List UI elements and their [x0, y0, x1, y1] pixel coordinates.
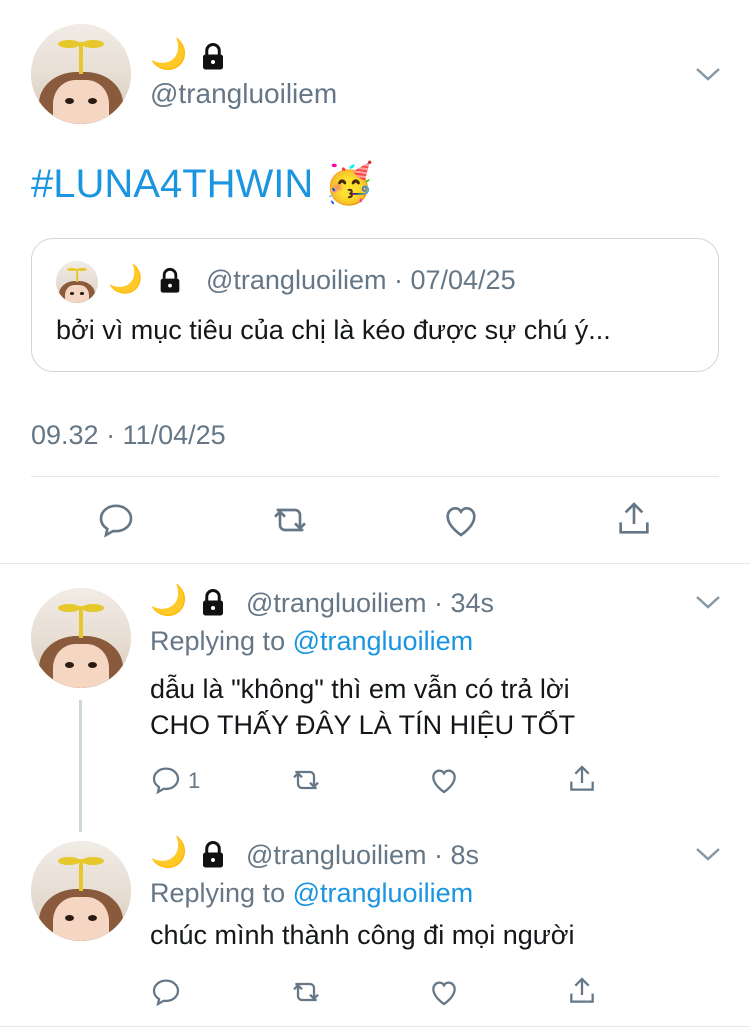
section-divider	[0, 563, 750, 564]
reply-age: · 34s	[434, 588, 495, 618]
replying-to-handle[interactable]: @trangluoiliem	[293, 878, 473, 908]
replying-to: Replying to @trangluoiliem	[150, 878, 473, 909]
avatar[interactable]	[31, 841, 131, 941]
lock-icon	[160, 267, 180, 293]
quoted-tweet-card[interactable]: 🌙 @trangluoiliem · 07/04/25 bởi vì mục t…	[31, 238, 719, 372]
tweet-timestamp[interactable]: 09.32 · 11/04/25	[31, 420, 226, 451]
retweet-icon[interactable]	[268, 500, 312, 540]
retweet-icon[interactable]	[288, 764, 324, 796]
author-handle[interactable]: @trangluoiliem	[150, 78, 337, 110]
lock-icon	[203, 43, 223, 70]
divider	[31, 476, 719, 477]
lock-icon	[203, 841, 223, 868]
moon-emoji: 🌙	[108, 263, 143, 294]
party-emoji: 🥳	[324, 162, 375, 206]
chevron-down-icon[interactable]	[694, 64, 722, 84]
heart-icon[interactable]	[427, 976, 461, 1008]
section-divider	[0, 1026, 750, 1027]
share-icon[interactable]	[614, 498, 654, 540]
replying-to-handle[interactable]: @trangluoiliem	[293, 626, 473, 656]
replying-to-label: Replying to	[150, 626, 293, 656]
moon-emoji: 🌙	[150, 836, 188, 869]
chevron-down-icon[interactable]	[694, 592, 722, 612]
reply-icon[interactable]	[150, 764, 182, 796]
reply-icon[interactable]	[150, 976, 182, 1008]
heart-icon[interactable]	[440, 500, 482, 540]
quoted-date: · 07/04/25	[394, 265, 516, 295]
avatar[interactable]	[31, 588, 131, 688]
heart-icon[interactable]	[427, 764, 461, 796]
replying-to: Replying to @trangluoiliem	[150, 626, 473, 657]
lock-icon	[203, 589, 223, 616]
retweet-icon[interactable]	[288, 976, 324, 1008]
moon-emoji: 🌙	[150, 584, 188, 617]
tweet-text: #LUNA4THWIN 🥳	[31, 160, 374, 208]
reply-icon[interactable]	[96, 500, 136, 540]
quoted-text: bởi vì mục tiêu của chị là kéo được sự c…	[56, 315, 611, 345]
author-handle[interactable]: @trangluoiliem	[246, 588, 426, 618]
reply-header: @trangluoiliem · 34s	[246, 588, 494, 619]
reply-text-line-1: dẫu là "không" thì em vẫn có trả lời	[150, 674, 570, 704]
quoted-avatar	[56, 261, 98, 303]
reply-count: 1	[188, 768, 201, 793]
reply-age: · 8s	[434, 840, 480, 870]
share-icon[interactable]	[566, 974, 598, 1008]
author-handle[interactable]: @trangluoiliem	[246, 840, 426, 870]
share-icon[interactable]	[566, 762, 598, 796]
moon-emoji: 🌙	[150, 38, 188, 71]
reply-text-line-2: CHO THẤY ĐÂY LÀ TÍN HIỆU TỐT	[150, 710, 576, 740]
replying-to-label: Replying to	[150, 878, 293, 908]
reply-text-line-1: chúc mình thành công đi mọi người	[150, 920, 575, 950]
chevron-down-icon[interactable]	[694, 844, 722, 864]
thread-line	[79, 700, 82, 832]
avatar[interactable]	[31, 24, 131, 124]
hashtag-link[interactable]: #LUNA4THWIN	[31, 162, 313, 206]
quoted-handle: @trangluoiliem · 07/04/25	[206, 265, 516, 296]
quoted-handle-text: @trangluoiliem	[206, 265, 387, 295]
reply-header: @trangluoiliem · 8s	[246, 840, 479, 871]
